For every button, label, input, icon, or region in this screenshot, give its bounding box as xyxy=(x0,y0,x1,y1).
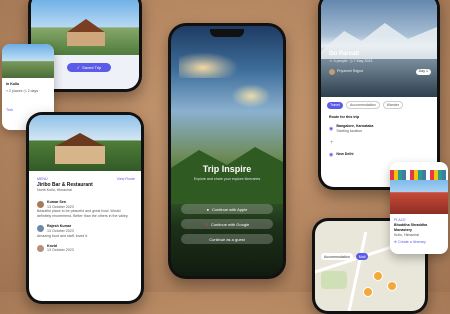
destination-icon: ◉ xyxy=(329,151,334,158)
tab-wander[interactable]: Wander xyxy=(382,101,404,109)
calendar-icon: ◷ xyxy=(23,88,27,93)
place-card-photo xyxy=(2,44,54,78)
temple-body xyxy=(67,32,105,46)
route-origin-sub: Starting location xyxy=(336,128,363,133)
filter-mall[interactable]: Mall xyxy=(355,253,369,260)
map-pin[interactable] xyxy=(373,271,383,281)
location-icon: ◉ xyxy=(329,125,334,132)
map-road xyxy=(345,231,368,311)
login-title: Trip Inspire xyxy=(202,164,252,174)
sun-glow xyxy=(231,84,271,108)
trip-photo: Go Parvati ☺ 4 people ◷ 7 May 2023 Priya… xyxy=(321,0,437,97)
monastery-meta: Kullu, Himachal xyxy=(394,232,419,237)
trip-screen: Go Parvati ☺ 4 people ◷ 7 May 2023 Priya… xyxy=(321,0,437,187)
restaurant-body xyxy=(55,146,105,164)
restaurant-screen: MENU View Route Jiribo Bar & Restaurant … xyxy=(29,115,141,301)
bookmark-icon: ✓ xyxy=(76,65,81,70)
create-itinerary-link[interactable]: ⊕ Create a Itinerary xyxy=(394,240,444,245)
sky-clouds xyxy=(179,52,239,78)
avatar xyxy=(37,244,44,252)
tab-accommodation[interactable]: Accommodation xyxy=(345,101,380,109)
route-origin: Bangalore, Karnataka xyxy=(336,123,374,128)
route-destination: New Delhi xyxy=(336,152,354,157)
google-icon: G xyxy=(204,221,208,227)
place-card-title: In Kullu xyxy=(6,82,20,86)
map-park xyxy=(321,271,347,289)
avatar xyxy=(329,68,335,75)
review-item: Kumar Sen 13 October 2023 Beautiful plac… xyxy=(37,200,135,219)
prayer-flags xyxy=(390,170,448,180)
apple-icon: ● xyxy=(206,206,210,212)
review-text: Beautiful place to be peaceful and great… xyxy=(37,209,129,219)
place-card-days: 2 days xyxy=(27,88,39,93)
trip-title: Go Parvati xyxy=(329,51,360,57)
plus-icon: ⊕ xyxy=(394,240,398,245)
calendar-icon: ◷ xyxy=(349,59,353,63)
avatar xyxy=(37,225,44,233)
trip-dates: 7 May 2023 xyxy=(353,59,373,63)
review-item: Rajesh Kumar 13 October 2023 Amazing foo… xyxy=(37,224,135,239)
login-screen: Trip Inspire Explore and share your expl… xyxy=(171,26,283,276)
notch xyxy=(210,29,244,37)
review-item: Kovid 13 October 2023 xyxy=(37,244,135,254)
monastery-title: Bhuddha Shraddha Monastery xyxy=(394,222,428,232)
add-stop-icon[interactable]: + xyxy=(330,140,433,146)
trip-people: 4 people xyxy=(333,59,348,63)
temple-roof xyxy=(66,19,106,33)
review-text: Amazing food and staff, loved it. xyxy=(37,233,89,238)
avatar xyxy=(37,201,44,209)
map-pin[interactable] xyxy=(363,287,373,297)
login-subtitle: Explore and share your explore itinerari… xyxy=(193,177,261,181)
apple-signin-button[interactable]: ● Continue with Apple xyxy=(181,204,273,214)
phone-restaurant: MENU View Route Jiribo Bar & Restaurant … xyxy=(26,112,144,304)
saved-trip-button[interactable]: ✓ Saved Trip xyxy=(67,63,111,72)
trip-user: Priyanshi Rajput xyxy=(337,69,364,74)
restaurant-roof xyxy=(53,133,107,147)
restaurant-photo xyxy=(29,115,141,171)
filter-accommodation[interactable]: Accommodation xyxy=(321,253,353,260)
monastery-photo xyxy=(390,170,448,214)
place-card-meta: 2 places xyxy=(9,88,23,93)
tab-travel[interactable]: Travel xyxy=(327,101,343,109)
phone-login: Trip Inspire Explore and share your expl… xyxy=(168,23,286,279)
people-icon: ☺ xyxy=(329,59,333,63)
monastery-card[interactable]: PLACE Bhuddha Shraddha Monastery Kullu, … xyxy=(390,162,448,254)
review-date: 13 October 2023 xyxy=(47,248,74,253)
view-route-link[interactable]: View Route xyxy=(117,177,135,182)
guest-button[interactable]: Continue as a guest xyxy=(181,234,273,244)
restaurant-address: North Kullu, Himachal xyxy=(37,187,72,192)
green-hills xyxy=(171,147,283,204)
pin-icon: ⌖ xyxy=(6,88,9,93)
google-signin-button[interactable]: G Continue with Google xyxy=(181,219,273,229)
route-heading: Route for this trip xyxy=(329,115,360,119)
map-pin[interactable] xyxy=(387,281,397,291)
day-button[interactable]: Day 1 xyxy=(415,68,431,75)
